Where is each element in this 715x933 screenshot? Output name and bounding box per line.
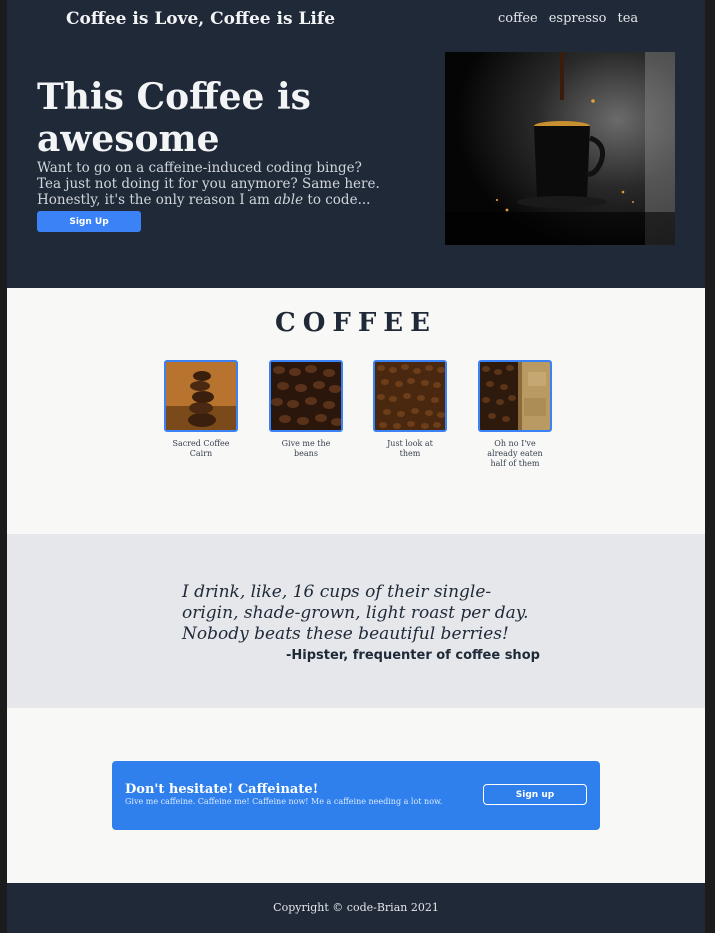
section-title: COFFEE xyxy=(275,308,437,338)
gallery-item[interactable]: Just look at them xyxy=(373,360,447,459)
gallery-caption: Just look at them xyxy=(387,439,433,458)
coffee-cairn-image xyxy=(164,360,238,432)
gallery-item[interactable]: Give me the beans xyxy=(269,360,343,459)
coffee-beans-image xyxy=(269,360,343,432)
hero-text-emphasis: able xyxy=(274,192,304,208)
cta-title: Don't hesitate! Caffeinate! xyxy=(125,782,319,797)
testimonial-quote: I drink, like, 16 cups of their single-o… xyxy=(182,582,529,644)
hero-signup-button[interactable]: Sign Up xyxy=(37,211,141,232)
footer-copyright: Copyright © code-Brian 2021 xyxy=(273,901,439,914)
testimonial-section: I drink, like, 16 cups of their single-o… xyxy=(7,534,705,708)
nav-links: coffee espresso tea xyxy=(498,11,638,26)
half-eaten-beans-image xyxy=(478,360,552,432)
cta-text: Give me caffeine. Caffeine me! Caffeine … xyxy=(125,797,443,806)
page: Coffee is Love, Coffee is Life coffee es… xyxy=(7,0,705,933)
coffee-beans-closeup-image xyxy=(373,360,447,432)
nav-link-coffee[interactable]: coffee xyxy=(498,11,538,26)
gallery-item[interactable]: Oh no I've already eaten half of them xyxy=(478,360,552,469)
gallery-caption: Oh no I've already eaten half of them xyxy=(487,439,543,468)
hero-text-part: to code... xyxy=(303,192,371,208)
gallery-caption: Sacred Coffee Cairn xyxy=(172,439,230,458)
coffee-section: COFFEE Sacred Coffee Cairn Give me the b… xyxy=(7,288,705,534)
testimonial-author: -Hipster, frequenter of coffee shop xyxy=(286,648,540,663)
cta-section: Don't hesitate! Caffeinate! Give me caff… xyxy=(7,708,705,883)
nav-link-tea[interactable]: tea xyxy=(618,11,639,26)
gallery-caption: Give me the beans xyxy=(281,439,331,458)
site-title: Coffee is Love, Coffee is Life xyxy=(66,9,336,29)
cta-signup-button[interactable]: Sign up xyxy=(483,784,587,805)
hero-title: This Coffee is awesome xyxy=(37,76,311,160)
navbar: Coffee is Love, Coffee is Life coffee es… xyxy=(7,0,705,40)
cta-banner: Don't hesitate! Caffeinate! Give me caff… xyxy=(112,761,600,830)
coffee-cup-photo xyxy=(445,52,675,245)
hero-text: Want to go on a caffeine-induced coding … xyxy=(37,160,382,208)
nav-link-espresso[interactable]: espresso xyxy=(549,11,607,26)
gallery-item[interactable]: Sacred Coffee Cairn xyxy=(164,360,238,459)
